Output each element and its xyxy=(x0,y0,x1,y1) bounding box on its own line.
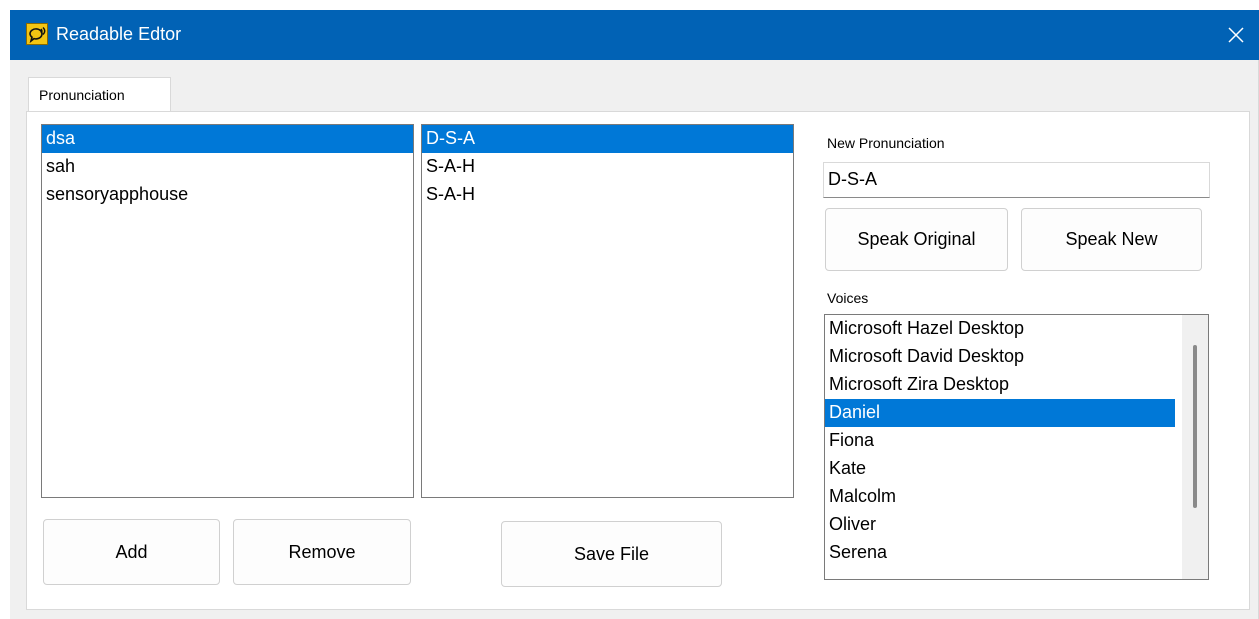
voice-list-item[interactable]: Kate xyxy=(825,455,1175,483)
speak-new-button[interactable]: Speak New xyxy=(1021,208,1202,271)
app-icon xyxy=(26,23,48,45)
voices-label: Voices xyxy=(827,290,869,306)
voices-listbox[interactable]: Microsoft Hazel Desktop Microsoft David D… xyxy=(824,314,1209,580)
word-list-item[interactable]: dsa xyxy=(42,125,413,153)
new-pronunciation-label: New Pronunciation xyxy=(827,135,945,151)
voice-list-item[interactable]: Serena xyxy=(825,539,1175,567)
close-icon xyxy=(1228,27,1244,43)
voice-list-item[interactable]: Microsoft Hazel Desktop xyxy=(825,315,1175,343)
pronunciation-list-item[interactable]: S-A-H xyxy=(422,153,793,181)
voice-list-item[interactable]: Microsoft David Desktop xyxy=(825,343,1175,371)
remove-button[interactable]: Remove xyxy=(233,519,411,585)
pronunciation-list-item[interactable]: S-A-H xyxy=(422,181,793,209)
pronunciations-listbox[interactable]: D-S-A S-A-H S-A-H xyxy=(421,124,794,498)
voice-list-item[interactable]: Oliver xyxy=(825,511,1175,539)
pronunciation-list-item[interactable]: D-S-A xyxy=(422,125,793,153)
speak-original-button[interactable]: Speak Original xyxy=(825,208,1008,271)
voice-list-item[interactable]: Daniel xyxy=(825,399,1175,427)
add-button[interactable]: Add xyxy=(43,519,220,585)
word-list-item[interactable]: sensoryapphouse xyxy=(42,181,413,209)
scrollbar-thumb[interactable] xyxy=(1193,345,1197,508)
voices-scrollbar[interactable] xyxy=(1182,315,1208,579)
words-listbox[interactable]: dsa sah sensoryapphouse xyxy=(41,124,414,498)
new-pronunciation-input[interactable]: D-S-A xyxy=(823,162,1210,198)
voice-list-item[interactable]: Malcolm xyxy=(825,483,1175,511)
tab-panel: dsa sah sensoryapphouse D-S-A S-A-H S-A-H Ad… xyxy=(26,111,1250,610)
window-title: Readable Edtor xyxy=(56,24,182,44)
title-bar: Readable Edtor xyxy=(10,10,1259,60)
close-button[interactable] xyxy=(1213,10,1259,60)
tab-pronunciation[interactable]: Pronunciation xyxy=(28,77,171,112)
background-strip xyxy=(0,0,10,619)
save-file-button[interactable]: Save File xyxy=(501,521,722,587)
word-list-item[interactable]: sah xyxy=(42,153,413,181)
client-area: Pronunciation dsa sah sensoryapphouse D-S-… xyxy=(10,60,1259,619)
voice-list-item[interactable]: Fiona xyxy=(825,427,1175,455)
voice-list-item[interactable]: Microsoft Zira Desktop xyxy=(825,371,1175,399)
